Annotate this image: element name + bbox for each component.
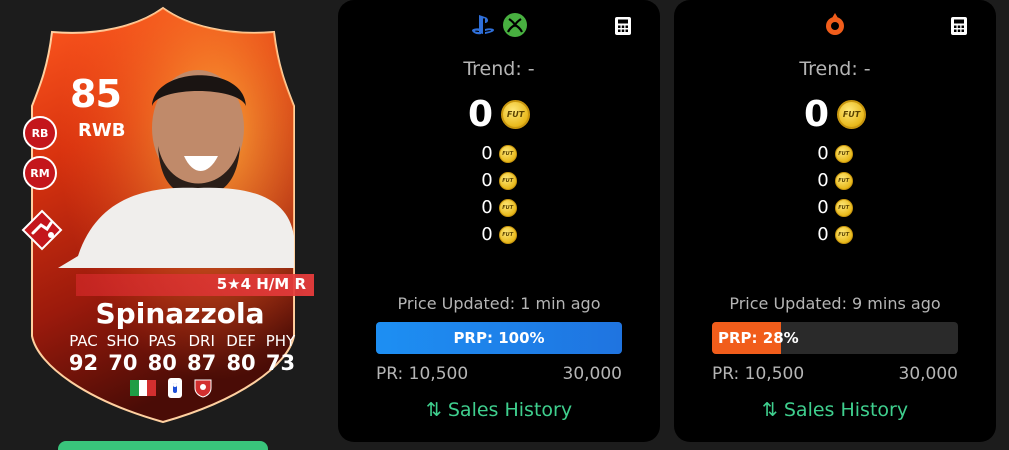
price-list-value: 0 [817,143,829,164]
coin-icon: FUT [834,171,853,190]
price-list-item: 0 FUT [674,221,996,248]
calculator-icon[interactable] [950,16,968,36]
sales-history-link[interactable]: ⇅ Sales History [338,399,660,421]
stat-label: PHY [265,332,296,350]
stat-value: 70 [108,351,138,375]
club-crest-icon [194,379,212,398]
player-card: 85 RWB RB RM 5★4 H/M R Spinazzola PAC 92 … [18,6,314,426]
price-range-min: PR: 10,500 [712,364,805,384]
skills-workrates: 5★4 H/M R [216,275,306,293]
price-list-item: 0 FUT [338,167,660,194]
prp-label: PRP: 28% [718,329,799,347]
trend-text: Trend: - [463,58,535,80]
prp-label: PRP: 100% [453,329,545,347]
price-range: PR: 10,500 30,000 [712,364,958,384]
stat-phy: PHY 73 [261,332,300,375]
price-list-value: 0 [817,170,829,191]
platform-icons [674,12,996,38]
price-list-value: 0 [481,224,493,245]
price-list-value: 0 [481,170,493,191]
coin-icon: FUT [498,144,517,163]
stat-label: PAC [69,332,98,350]
green-action-button[interactable] [58,441,268,450]
price-list: 0 FUT 0 FUT 0 FUT 0 FUT [674,140,996,248]
price-updated-text: Price Updated: 1 min ago [397,294,601,313]
stat-dri: DRI 87 [182,332,221,375]
primary-position: RWB [78,120,126,141]
stat-pac: PAC 92 [64,332,103,375]
platform-icons [338,12,660,38]
stat-label: SHO [106,332,140,350]
coin-icon: FUT [834,225,853,244]
player-page: 85 RWB RB RM 5★4 H/M R Spinazzola PAC 92 … [0,0,1009,450]
stat-label: PAS [148,332,177,350]
prp-progress-bar: PRP: 28% [712,322,958,354]
price-range-max: 30,000 [898,364,958,384]
price-value: 0 [803,94,830,135]
xbox-icon [503,13,527,37]
price-list-item: 0 FUT [338,194,660,221]
stat-value: 73 [265,351,296,375]
price-list-item: 0 FUT [338,221,660,248]
stat-def: DEF 80 [222,332,261,375]
console-price-panel: Trend: - 0 FUT 0 FUT 0 FUT 0 FUT 0 FUT Price… [338,0,660,442]
price-list-value: 0 [817,197,829,218]
main-price: 0 FUT [338,94,660,135]
coin-icon: FUT [498,171,517,190]
price-list-item: 0 FUT [338,140,660,167]
serie-a-icon [168,378,182,398]
card-badges [130,378,212,398]
price-value: 0 [467,94,494,135]
trend-text: Trend: - [799,58,871,80]
stat-label: DEF [226,332,256,350]
coin-icon: FUT [501,100,531,129]
price-list-value: 0 [817,224,829,245]
price-range-max: 30,000 [562,364,622,384]
coin-icon: FUT [498,225,517,244]
alt-position-rm: RM [23,156,57,190]
main-price: 0 FUT [674,94,996,135]
stat-value: 80 [226,351,256,375]
pc-price-panel: Trend: - 0 FUT 0 FUT 0 FUT 0 FUT 0 FUT Price… [674,0,996,442]
price-updated-text: Price Updated: 9 mins ago [729,294,941,313]
stat-value: 80 [147,351,177,375]
sales-history-link[interactable]: ⇅ Sales History [674,399,996,421]
stat-sho: SHO 70 [103,332,142,375]
price-range-min: PR: 10,500 [376,364,469,384]
playstation-icon [472,15,494,35]
price-range: PR: 10,500 30,000 [376,364,622,384]
coin-icon: FUT [498,198,517,217]
price-list-item: 0 FUT [674,167,996,194]
price-list-value: 0 [481,143,493,164]
stat-label: DRI [188,332,215,350]
coin-icon: FUT [837,100,867,129]
italy-flag-icon [130,380,157,396]
origin-pc-icon [826,13,844,35]
overall-rating: 85 [70,72,122,116]
price-list: 0 FUT 0 FUT 0 FUT 0 FUT [338,140,660,248]
alt-position-rb: RB [23,116,57,150]
stats-row: PAC 92 SHO 70 PAS 80 DRI 87 DEF 80 PHY 73 [64,332,300,375]
prp-progress-bar: PRP: 100% [376,322,622,354]
coin-icon: FUT [834,144,853,163]
stat-value: 92 [68,351,99,375]
skills-bar: 5★4 H/M R [76,274,314,296]
price-list-item: 0 FUT [674,140,996,167]
playstyle-icon [21,209,63,251]
coin-icon: FUT [834,198,853,217]
player-name: Spinazzola [95,297,265,330]
stat-value: 87 [187,351,217,375]
stat-pas: PAS 80 [143,332,182,375]
calculator-icon[interactable] [614,16,632,36]
price-list-value: 0 [481,197,493,218]
price-list-item: 0 FUT [674,194,996,221]
